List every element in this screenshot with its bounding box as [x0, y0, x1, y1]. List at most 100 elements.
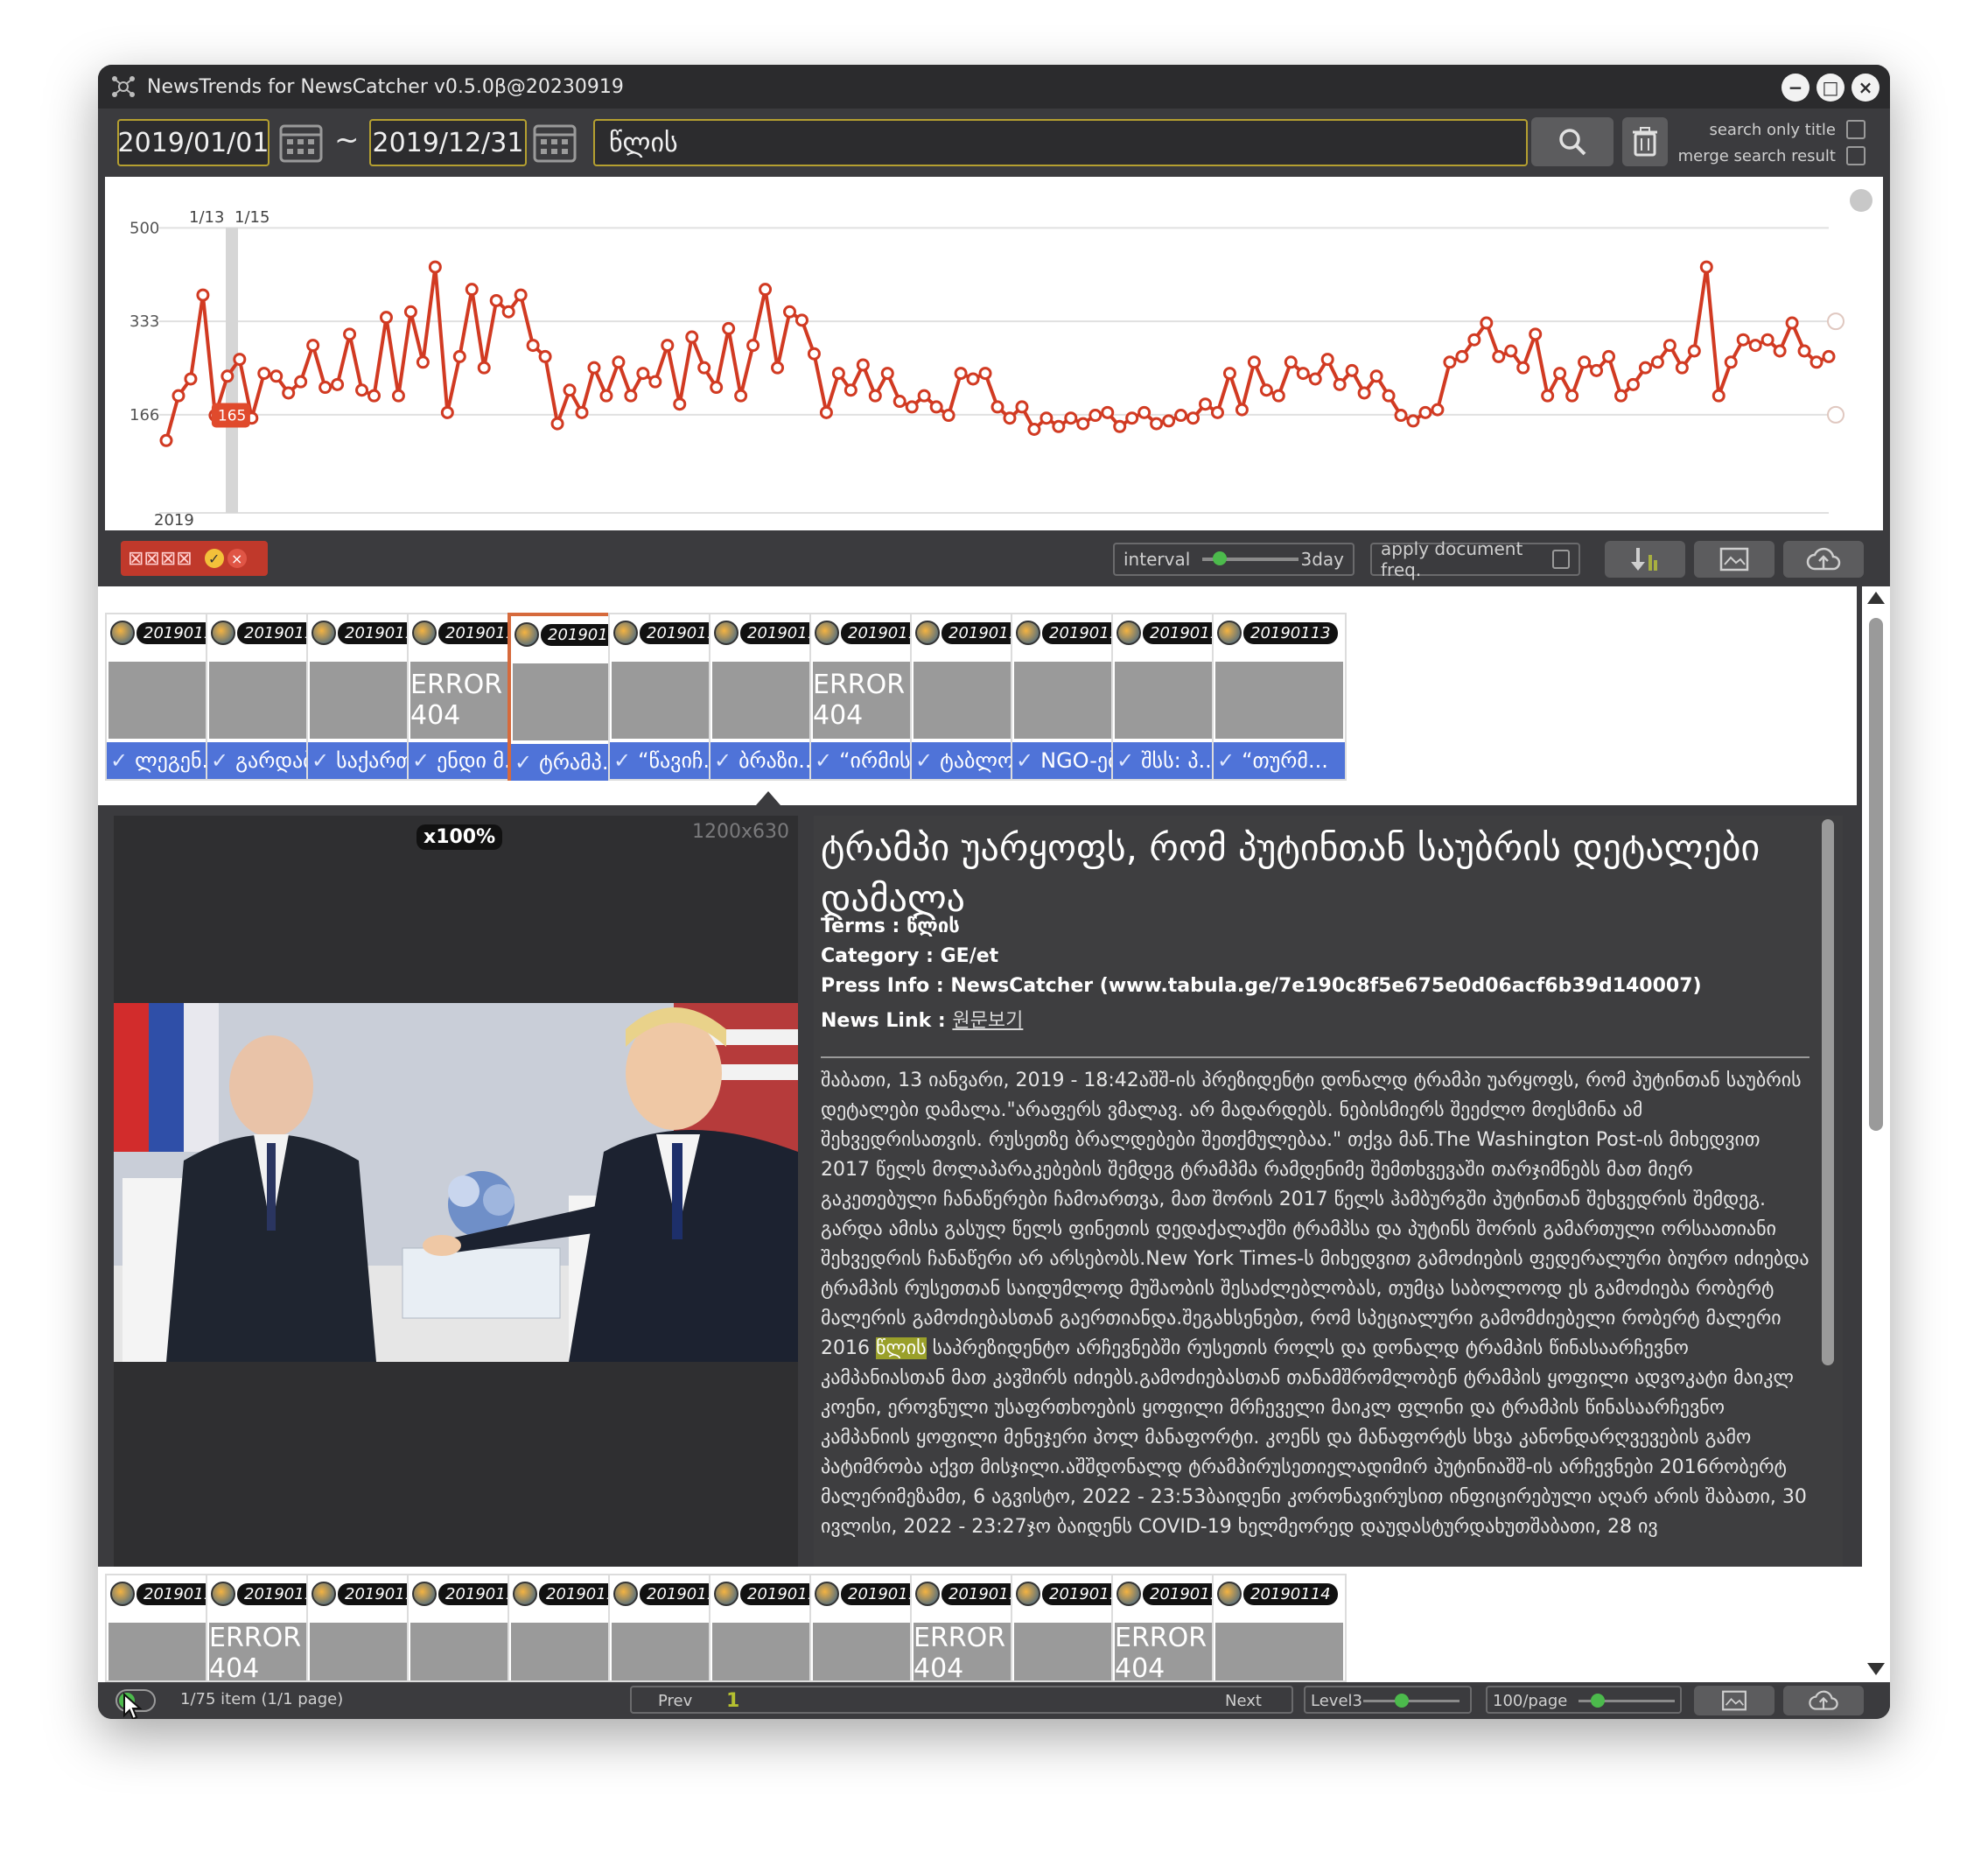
data-point[interactable] — [1760, 333, 1774, 347]
data-point[interactable] — [783, 305, 796, 319]
data-point[interactable] — [746, 339, 760, 353]
data-point[interactable] — [759, 283, 773, 297]
merge-search-result-checkbox[interactable] — [1846, 146, 1866, 165]
data-point[interactable] — [1467, 333, 1481, 347]
data-point[interactable] — [612, 355, 626, 369]
data-point[interactable] — [856, 358, 870, 372]
data-point[interactable] — [1101, 405, 1115, 419]
data-point[interactable] — [343, 327, 357, 341]
data-point[interactable] — [1210, 405, 1224, 419]
data-point[interactable] — [1284, 355, 1298, 369]
data-point[interactable] — [1662, 339, 1676, 353]
check-icon[interactable]: ✓ — [204, 549, 224, 568]
data-point[interactable] — [1578, 355, 1592, 369]
level-track[interactable] — [1363, 1700, 1460, 1702]
data-point[interactable] — [331, 377, 345, 391]
level-slider[interactable]: Level3 — [1304, 1686, 1472, 1714]
data-point[interactable] — [844, 383, 858, 397]
data-point[interactable] — [1675, 361, 1689, 375]
end-date-field[interactable]: 2019/12/31 — [369, 119, 527, 166]
start-date-field[interactable]: 2019/01/01 — [117, 119, 270, 166]
data-point[interactable] — [368, 389, 381, 403]
data-point[interactable] — [1431, 403, 1445, 417]
data-point[interactable] — [942, 409, 956, 423]
data-point[interactable] — [587, 361, 601, 375]
data-point[interactable] — [1504, 344, 1518, 358]
data-point[interactable] — [1406, 414, 1420, 428]
data-point[interactable] — [636, 367, 650, 381]
search-only-title-checkbox[interactable] — [1846, 120, 1866, 139]
data-point[interactable] — [550, 417, 564, 431]
data-point[interactable] — [1810, 355, 1824, 369]
page-number[interactable]: 1 — [726, 1690, 739, 1712]
data-point[interactable] — [1064, 411, 1078, 425]
data-point[interactable] — [1418, 405, 1432, 419]
minimize-button[interactable]: − — [1782, 74, 1810, 102]
data-point[interactable] — [978, 367, 992, 381]
image-export-button[interactable] — [1694, 541, 1774, 578]
data-point[interactable] — [892, 395, 906, 409]
data-point[interactable] — [1333, 377, 1347, 391]
apply-doc-freq-checkbox[interactable] — [1551, 550, 1570, 569]
data-point[interactable] — [270, 369, 284, 383]
data-point[interactable] — [661, 339, 675, 353]
bottom-cloud-upload-button[interactable] — [1783, 1686, 1864, 1715]
data-point[interactable] — [710, 381, 724, 395]
calendar-icon[interactable] — [278, 119, 324, 165]
data-point[interactable] — [282, 386, 296, 400]
data-point[interactable] — [1822, 349, 1836, 363]
data-point[interactable] — [1222, 367, 1236, 381]
next-button[interactable]: Next — [1225, 1692, 1262, 1710]
data-point[interactable] — [1271, 389, 1285, 403]
data-point[interactable] — [648, 375, 662, 389]
data-point[interactable] — [868, 389, 882, 403]
data-point[interactable] — [1040, 411, 1054, 425]
level-slider-handle[interactable] — [1395, 1694, 1409, 1708]
filter-badge[interactable]: ⊠⊠⊠⊠ ✓ × — [121, 541, 268, 576]
data-point[interactable] — [1369, 369, 1383, 383]
chart-settings-dot[interactable] — [1850, 189, 1872, 212]
maximize-button[interactable]: □ — [1816, 74, 1844, 102]
data-point[interactable] — [465, 283, 479, 297]
data-point[interactable] — [1357, 386, 1371, 400]
results-scrollbar-thumb[interactable] — [1869, 618, 1883, 1131]
data-point[interactable] — [1113, 419, 1127, 433]
data-point[interactable] — [1247, 355, 1261, 369]
data-point[interactable] — [1736, 333, 1750, 347]
data-point[interactable] — [685, 330, 699, 344]
data-point[interactable] — [673, 397, 687, 411]
data-point[interactable] — [403, 305, 417, 319]
data-point[interactable] — [1259, 383, 1273, 397]
data-point[interactable] — [1480, 316, 1494, 330]
data-point[interactable] — [1785, 316, 1799, 330]
data-point[interactable] — [1308, 372, 1322, 386]
data-point[interactable] — [391, 389, 405, 403]
news-thumbnail[interactable]: 20190113 ✓ “თურმ... — [1212, 613, 1347, 781]
data-point[interactable] — [428, 260, 442, 274]
data-point[interactable] — [1748, 339, 1762, 353]
trend-chart-svg[interactable]: 500 333 166 1/13 1/15 2019 165 — [105, 177, 1883, 530]
data-point[interactable] — [159, 433, 173, 447]
data-point[interactable] — [1553, 367, 1567, 381]
data-point[interactable] — [1382, 389, 1396, 403]
data-point[interactable] — [1712, 389, 1726, 403]
data-point[interactable] — [379, 311, 393, 325]
data-point[interactable] — [1138, 405, 1152, 419]
data-point[interactable] — [1235, 403, 1249, 417]
data-point[interactable] — [257, 367, 271, 381]
data-point[interactable] — [355, 383, 369, 397]
data-point[interactable] — [1296, 367, 1310, 381]
data-point[interactable] — [990, 400, 1004, 414]
data-point[interactable] — [966, 372, 980, 386]
data-point[interactable] — [819, 405, 833, 419]
trend-chart[interactable]: 500 333 166 1/13 1/15 2019 165 — [105, 177, 1883, 530]
data-point[interactable] — [184, 372, 198, 386]
data-point[interactable] — [1076, 417, 1090, 431]
data-point[interactable] — [306, 339, 320, 353]
data-point[interactable] — [196, 288, 210, 302]
data-point[interactable] — [1516, 361, 1530, 375]
data-point[interactable] — [1590, 363, 1604, 377]
data-point[interactable] — [1699, 260, 1713, 274]
per-page-slider-handle[interactable] — [1591, 1694, 1605, 1708]
data-point[interactable] — [929, 400, 943, 414]
